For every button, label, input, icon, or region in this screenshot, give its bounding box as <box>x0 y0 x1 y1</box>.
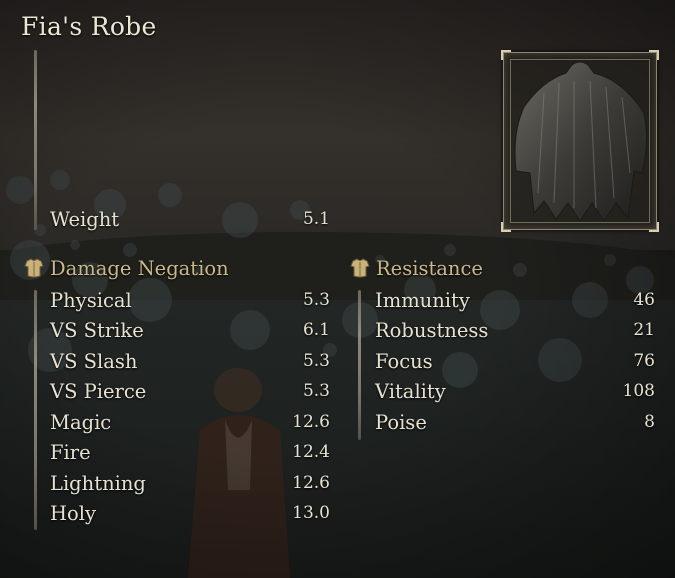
left-divider-bottom <box>34 290 37 530</box>
stat-value: 6.1 <box>302 320 330 340</box>
stat-label: Fire <box>50 440 91 464</box>
armor-chest-icon <box>350 258 370 278</box>
stat-row-poise: Poise 8 <box>375 408 655 436</box>
stat-label: VS Slash <box>50 349 138 373</box>
stat-row-vs-pierce: VS Pierce 5.3 <box>50 377 330 405</box>
damage-negation-title: Damage Negation <box>50 256 229 280</box>
weight-label: Weight <box>50 207 120 231</box>
stat-value: 12.6 <box>292 473 330 493</box>
stat-row-focus: Focus 76 <box>375 347 655 375</box>
stat-value: 76 <box>633 351 655 371</box>
stat-label: Physical <box>50 288 132 312</box>
stat-row-lightning: Lightning 12.6 <box>50 469 330 497</box>
stat-row-robustness: Robustness 21 <box>375 316 655 344</box>
stat-label: Immunity <box>375 288 470 312</box>
stat-row-magic: Magic 12.6 <box>50 408 330 436</box>
stat-row-immunity: Immunity 46 <box>375 286 655 314</box>
armor-chest-icon <box>24 258 44 278</box>
left-divider-top <box>34 50 37 230</box>
stat-row-fire: Fire 12.4 <box>50 438 330 466</box>
robe-icon <box>514 61 648 222</box>
stat-label: Lightning <box>50 471 146 495</box>
stat-label: Robustness <box>375 318 489 342</box>
stat-label: VS Strike <box>50 318 144 342</box>
weight-row: Weight 5.1 <box>50 205 330 233</box>
stat-label: Poise <box>375 410 427 434</box>
resistance-title: Resistance <box>376 256 483 280</box>
stat-label: Focus <box>375 349 433 373</box>
resistance-header: Resistance <box>348 256 483 280</box>
stat-value: 108 <box>622 381 655 401</box>
stat-row-vs-strike: VS Strike 6.1 <box>50 316 330 344</box>
stat-label: VS Pierce <box>50 379 147 403</box>
stat-row-holy: Holy 13.0 <box>50 499 330 527</box>
stat-value: 5.3 <box>302 290 330 310</box>
stat-value: 21 <box>633 320 655 340</box>
stat-row-vs-slash: VS Slash 5.3 <box>50 347 330 375</box>
item-name: Fia's Robe <box>21 12 157 41</box>
damage-negation-header: Damage Negation <box>22 256 229 280</box>
right-divider <box>358 290 361 440</box>
stat-label: Magic <box>50 410 112 434</box>
stat-value: 5.3 <box>302 381 330 401</box>
stat-value: 46 <box>633 290 655 310</box>
weight-value: 5.1 <box>302 209 330 229</box>
stat-value: 8 <box>644 412 655 432</box>
stat-label: Holy <box>50 501 96 525</box>
stat-row-physical: Physical 5.3 <box>50 286 330 314</box>
stat-value: 12.6 <box>292 412 330 432</box>
stat-value: 5.3 <box>302 351 330 371</box>
stat-value: 12.4 <box>292 442 330 462</box>
stat-value: 13.0 <box>292 503 330 523</box>
item-thumbnail-frame <box>501 50 659 232</box>
stat-row-vitality: Vitality 108 <box>375 377 655 405</box>
stat-label: Vitality <box>375 379 446 403</box>
